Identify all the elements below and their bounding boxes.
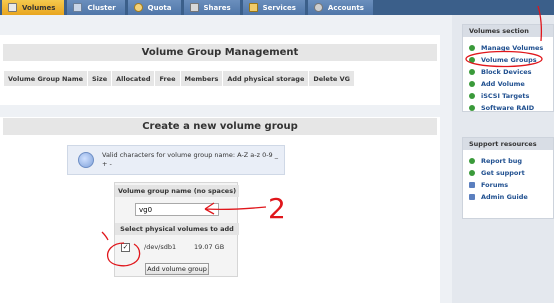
- support-resources-title: Support resources: [463, 138, 553, 150]
- add-volume-group-button[interactable]: Add volume group: [145, 263, 209, 275]
- quota-icon: [133, 3, 143, 12]
- hint-text: Valid characters for volume group name: …: [102, 151, 278, 168]
- pv-row: ✓ /dev/sdb1 19.07 GB: [119, 239, 235, 255]
- sidebar-item-volume-groups[interactable]: Volume Groups: [463, 54, 553, 66]
- tab-volumes[interactable]: Volumes: [2, 0, 65, 15]
- valid-chars-hint: Valid characters for volume group name: …: [67, 145, 285, 175]
- sidebar-item-label: iSCSI Targets: [481, 92, 530, 100]
- sidebar-item-software-raid[interactable]: Software RAID: [463, 102, 553, 114]
- tab-accounts[interactable]: Accounts: [307, 0, 373, 15]
- tab-quota[interactable]: Quota: [127, 0, 181, 15]
- col-delete-vg: Delete VG: [309, 71, 355, 86]
- create-vg-form: Volume group name (no spaces) Select phy…: [114, 182, 239, 277]
- bullet-icon: [469, 105, 475, 111]
- services-icon: [248, 3, 258, 12]
- sidebar-item-admin-guide[interactable]: Admin Guide: [463, 191, 553, 203]
- sidebar-item-label: Forums: [481, 181, 509, 189]
- guide-icon: [469, 194, 475, 200]
- col-members: Members: [180, 71, 224, 86]
- bullet-icon: [469, 45, 475, 51]
- top-tab-bar: Volumes Cluster Quota Shares Services Ac…: [0, 0, 554, 15]
- bullet-icon: [469, 81, 475, 87]
- tab-label: Quota: [147, 3, 172, 12]
- sidebar-item-iscsi-targets[interactable]: iSCSI Targets: [463, 90, 553, 102]
- tab-label: Shares: [203, 3, 231, 12]
- col-volume-group-name: Volume Group Name: [4, 71, 88, 86]
- sidebar-item-label: Software RAID: [481, 104, 535, 112]
- vg-table-header: Volume Group Name Size Allocated Free Me…: [4, 71, 355, 86]
- shares-icon: [189, 3, 199, 12]
- lightbulb-icon: [78, 152, 94, 168]
- col-allocated: Allocated: [112, 71, 156, 86]
- volumes-icon: [8, 3, 17, 12]
- bullet-icon: [469, 57, 475, 63]
- sidebar-item-label: Block Devices: [481, 68, 532, 76]
- forums-icon: [469, 182, 475, 188]
- create-vg-title: Create a new volume group: [3, 118, 437, 135]
- bullet-icon: [469, 69, 475, 75]
- tab-label: Accounts: [327, 3, 364, 12]
- sidebar-item-label: Report bug: [481, 157, 523, 165]
- bullet-icon: [469, 93, 475, 99]
- col-add-physical-storage: Add physical storage: [223, 71, 310, 86]
- pv-checkbox[interactable]: ✓: [121, 242, 130, 252]
- sidebar-item-forums[interactable]: Forums: [463, 179, 553, 191]
- right-sidebar: Volumes section Manage Volumes Volume Gr…: [452, 15, 554, 303]
- col-size: Size: [88, 71, 113, 86]
- sidebar-item-manage-volumes[interactable]: Manage Volumes: [463, 42, 553, 54]
- name-label: Volume group name (no spaces): [115, 185, 239, 197]
- col-free: Free: [155, 71, 181, 86]
- tab-cluster[interactable]: Cluster: [67, 0, 125, 15]
- vg-name-input[interactable]: [135, 203, 219, 216]
- vg-management-title: Volume Group Management: [3, 44, 437, 61]
- support-icon: [469, 170, 475, 176]
- tab-label: Services: [262, 3, 296, 12]
- sidebar-item-label: Get support: [481, 169, 525, 177]
- bug-icon: [469, 158, 475, 164]
- tab-label: Volumes: [22, 3, 56, 12]
- pv-label: Select physical volumes to add: [115, 223, 239, 235]
- sidebar-item-label: Add Volume: [481, 80, 525, 88]
- tab-label: Cluster: [87, 3, 116, 12]
- sidebar-item-label: Admin Guide: [481, 193, 528, 201]
- sidebar-item-get-support[interactable]: Get support: [463, 167, 553, 179]
- sidebar-item-report-bug[interactable]: Report bug: [463, 155, 553, 167]
- sidebar-item-block-devices[interactable]: Block Devices: [463, 66, 553, 78]
- accounts-icon: [313, 3, 323, 12]
- sidebar-item-label: Volume Groups: [481, 56, 537, 64]
- tab-shares[interactable]: Shares: [183, 0, 240, 15]
- volumes-section-box: Volumes section Manage Volumes Volume Gr…: [462, 24, 554, 112]
- sidebar-item-label: Manage Volumes: [481, 44, 544, 52]
- pv-device: /dev/sdb1: [144, 243, 177, 251]
- tab-services[interactable]: Services: [242, 0, 305, 15]
- pv-size: 19.07 GB: [194, 243, 225, 251]
- sidebar-item-add-volume[interactable]: Add Volume: [463, 78, 553, 90]
- cluster-icon: [73, 3, 83, 12]
- support-resources-box: Support resources Report bug Get support…: [462, 137, 554, 219]
- volumes-section-title: Volumes section: [463, 25, 553, 37]
